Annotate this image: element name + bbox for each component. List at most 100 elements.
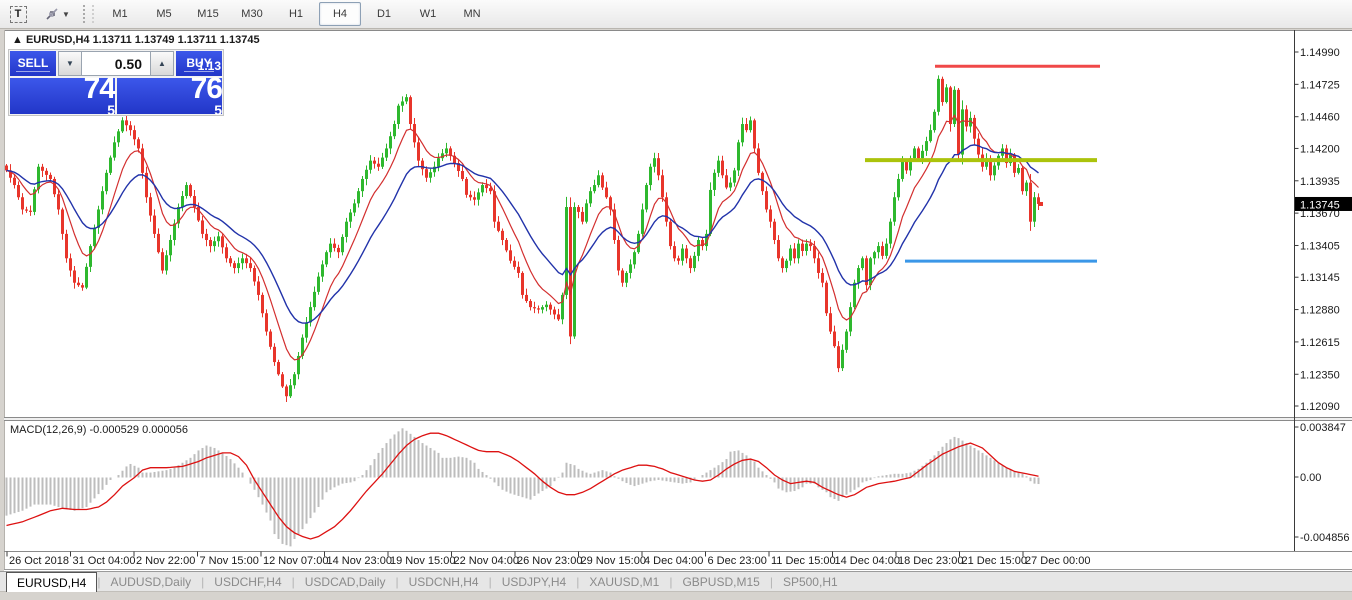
- chart-tab-gbpusd-m15[interactable]: GBPUSD,M15: [672, 572, 769, 592]
- candle: [245, 258, 248, 264]
- candle: [121, 120, 124, 132]
- candle: [365, 169, 368, 179]
- candle: [425, 169, 428, 178]
- date-axis-label: 7 Nov 15:00: [200, 555, 259, 567]
- candle: [897, 178, 900, 198]
- candle: [357, 191, 360, 204]
- macd-indicator-label: MACD(12,26,9) -0.000529 0.000056: [10, 424, 188, 436]
- candle: [73, 270, 76, 283]
- candle: [621, 270, 624, 283]
- chart-tab-usdjpy-h4[interactable]: USDJPY,H4: [492, 572, 576, 592]
- candle: [569, 207, 572, 337]
- candle: [825, 282, 828, 314]
- candle: [29, 210, 32, 212]
- volume-decrease-button[interactable]: ▼: [58, 51, 82, 76]
- candle: [821, 272, 824, 283]
- candle: [369, 160, 372, 170]
- candle: [481, 185, 484, 193]
- candle: [901, 160, 904, 179]
- candle: [325, 252, 328, 265]
- sell-price-box[interactable]: 1.13 74 5: [10, 59, 116, 118]
- candle: [273, 346, 276, 363]
- candle: [261, 294, 264, 314]
- candle: [601, 175, 604, 188]
- candle: [837, 346, 840, 369]
- date-axis-label: 4 Dec 04:00: [644, 555, 703, 567]
- candle: [173, 223, 176, 240]
- candle: [201, 220, 204, 234]
- buy-price-box[interactable]: 1.13 76 5: [117, 59, 223, 118]
- candle: [949, 87, 952, 125]
- price-axis-label: 1.14990: [1300, 47, 1340, 59]
- volume-increase-button[interactable]: ▲: [150, 51, 174, 76]
- candle: [817, 258, 820, 273]
- price-axis-label: 1.12880: [1300, 305, 1340, 317]
- candle: [397, 105, 400, 125]
- candle: [745, 124, 748, 131]
- candle: [973, 117, 976, 139]
- candle: [581, 211, 584, 222]
- candle: [585, 203, 588, 222]
- candle: [533, 307, 536, 309]
- candle: [209, 239, 212, 247]
- candle: [81, 285, 84, 288]
- one-click-trade-panel: SELL ▼ ▲ BUY 1.13 74 5 1.13: [8, 49, 224, 118]
- candle: [577, 207, 580, 212]
- candle: [545, 304, 548, 308]
- candle: [737, 142, 740, 171]
- candle: [853, 282, 856, 308]
- candle: [513, 260, 516, 267]
- date-axis-label: 26 Oct 2018: [9, 555, 69, 567]
- candle: [645, 185, 648, 210]
- candle: [921, 150, 924, 159]
- chevron-up-icon: ▲: [158, 59, 166, 68]
- candle: [497, 221, 500, 231]
- chart-tab-audusd-daily[interactable]: AUDUSD,Daily: [100, 572, 201, 592]
- buy-price-prefix: 1.13: [197, 58, 221, 73]
- candle: [93, 227, 96, 247]
- chart-tab-usdcnh-h4[interactable]: USDCNH,H4: [399, 572, 489, 592]
- price-axis-label: 1.13145: [1300, 272, 1340, 284]
- sell-button-label: SELL: [15, 56, 51, 72]
- date-axis-label: 27 Dec 00:00: [1025, 555, 1090, 567]
- candle: [293, 374, 296, 386]
- sell-price-prefix: 1.13: [90, 58, 114, 73]
- candle: [881, 246, 884, 256]
- candle: [317, 276, 320, 292]
- buy-price-digits: 76: [190, 71, 223, 105]
- candle: [77, 282, 80, 286]
- candle: [749, 120, 752, 131]
- candle: [537, 308, 540, 310]
- candle: [785, 260, 788, 269]
- candle: [677, 258, 680, 261]
- candle: [517, 266, 520, 273]
- price-axis-label: 1.14725: [1300, 79, 1340, 91]
- candle: [265, 313, 268, 332]
- candle: [445, 148, 448, 154]
- candle: [801, 243, 804, 251]
- macd-axis-label: 0.00: [1300, 472, 1321, 484]
- date-axis-label: 29 Nov 15:00: [581, 555, 646, 567]
- candle: [885, 243, 888, 256]
- date-axis-label: 12 Nov 07:00: [263, 555, 328, 567]
- chart-tab-sp500-h1[interactable]: SP500,H1: [773, 572, 848, 592]
- candle: [117, 131, 120, 143]
- candle: [41, 166, 44, 171]
- chart-tab-usdchf-h4[interactable]: USDCHF,H4: [204, 572, 291, 592]
- candle: [13, 177, 16, 186]
- candle: [105, 172, 108, 192]
- candle: [221, 236, 224, 248]
- candle: [313, 291, 316, 308]
- candle: [877, 246, 880, 253]
- sell-button[interactable]: SELL: [10, 51, 56, 76]
- chart-tab-usdcad-daily[interactable]: USDCAD,Daily: [295, 572, 396, 592]
- candle: [937, 78, 940, 112]
- chart-tab-xauusd-m1[interactable]: XAUUSD,M1: [579, 572, 669, 592]
- candle: [189, 185, 192, 197]
- candle: [781, 258, 784, 269]
- chart-tab-eurusd-h4[interactable]: EURUSD,H4: [6, 572, 98, 592]
- macd-axis-label: -0.004856: [1300, 532, 1350, 544]
- candle: [933, 111, 936, 131]
- candle: [845, 331, 848, 350]
- candle: [161, 252, 164, 271]
